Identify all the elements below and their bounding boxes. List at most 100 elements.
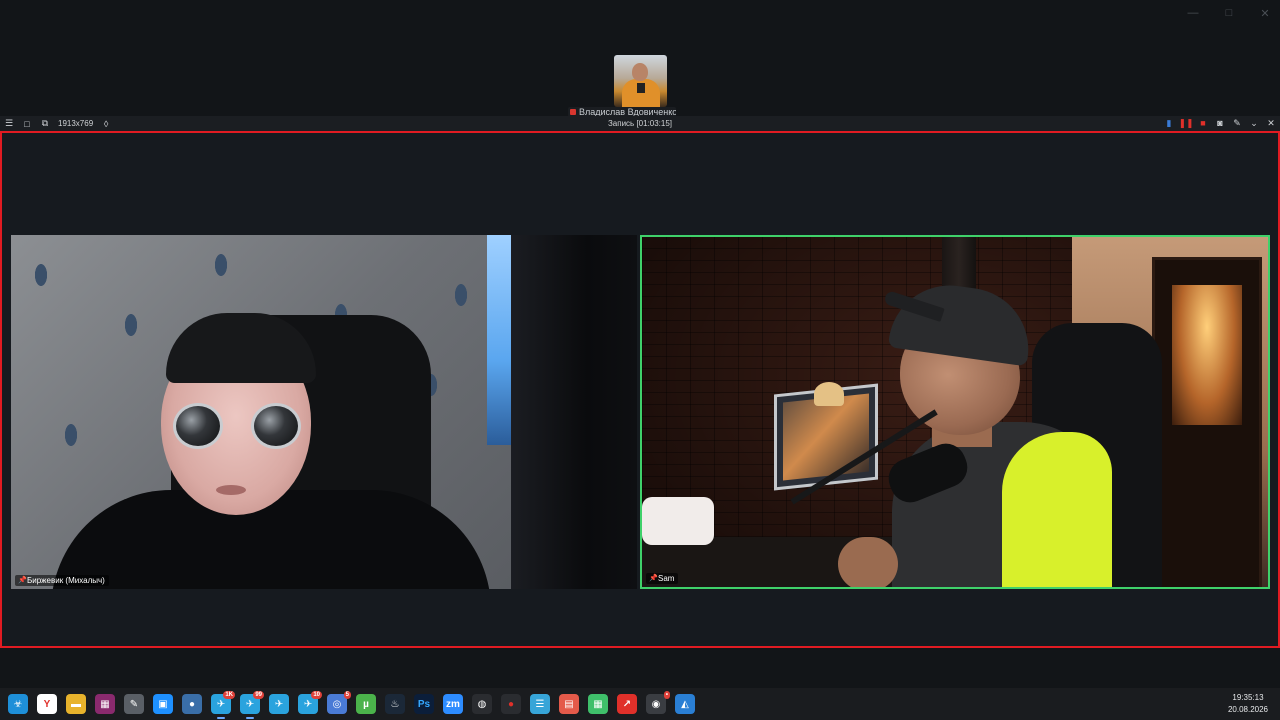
window-controls: — □ ✕	[1186, 6, 1272, 20]
orb-icon[interactable]: ●	[182, 694, 202, 714]
spreadsheet-icon[interactable]: ▦	[588, 694, 608, 714]
winrar-icon-glyph: ▦	[100, 698, 110, 710]
video-tile-left[interactable]: 📌 Биржевик (Михалыч)	[11, 235, 637, 589]
pdf-icon-glyph: ▤	[564, 698, 574, 710]
arrow-app-icon[interactable]: ↗	[617, 694, 637, 714]
close-icon[interactable]: ✕	[1258, 6, 1272, 20]
audio-level-icon: ▮	[1166, 117, 1172, 128]
spreadsheet-icon-glyph: ▦	[593, 698, 603, 710]
drop-icon[interactable]: ◊	[101, 119, 111, 129]
thumbnail-head	[632, 63, 648, 81]
recorder-toolbar: ☰ □ ⧉ 1913x769 ◊ Запись [01:03:15] ▮ ❚❚ …	[0, 116, 1280, 131]
pdf-icon[interactable]: ▤	[559, 694, 579, 714]
notification-badge: 5	[343, 691, 351, 699]
yellow-jacket	[1002, 432, 1112, 587]
clock-time: 19:35:13	[1232, 693, 1264, 702]
recorder-toolbar-right: ▮ ❚❚ ■ ◙ ✎ ⌄ ✕	[1164, 117, 1276, 129]
telegram-icon-1-glyph: ✈	[216, 698, 226, 710]
utorrent-icon[interactable]: µ	[356, 694, 376, 714]
hand	[838, 537, 898, 587]
notification-badge: 1K	[223, 691, 235, 699]
tool-icon-glyph: ✎	[129, 698, 139, 710]
pen-icon[interactable]: ✎	[1232, 118, 1242, 128]
orb-icon-glyph: ●	[188, 698, 196, 710]
winrar-icon[interactable]: ▦	[95, 694, 115, 714]
steam-icon-glyph: ♨	[390, 698, 400, 710]
zoom-icon-glyph: zm	[446, 698, 460, 710]
lamp	[814, 382, 844, 406]
taskbar: ☣ Y ▬ ▦ ✎ ▣ ● ✈ 1K ✈ 99 ✈ ✈ 10 ◎ 5 µ ♨ Ps zm ◍ ● ☰ ▤ ▦ ↗ ◉ • ◭ 19:35…	[0, 688, 1280, 720]
cabinet-light	[1172, 285, 1242, 425]
obs-icon[interactable]: ◍	[472, 694, 492, 714]
menu-icon[interactable]: ☰	[4, 118, 14, 129]
collapse-icon[interactable]: ⌄	[1249, 118, 1259, 128]
store-icon-glyph: ▣	[158, 698, 168, 710]
telegram-icon-4-glyph: ✈	[303, 698, 313, 710]
pause-icon[interactable]: ❚❚	[1178, 118, 1193, 128]
system-clock[interactable]: 19:35:13 20.08.2026	[1228, 692, 1268, 716]
capture-icon[interactable]: ◭	[675, 694, 695, 714]
photoshop-icon-glyph: Ps	[417, 698, 431, 710]
telegram-icon-2-glyph: ✈	[245, 698, 255, 710]
sunglasses-right-lens	[251, 403, 301, 449]
record-icon[interactable]: ●	[501, 694, 521, 714]
biohazard-icon-glyph: ☣	[13, 698, 23, 710]
record-icon-glyph: ●	[507, 698, 515, 710]
top-participant-thumbnail[interactable]	[614, 55, 667, 107]
yandex-browser-icon-glyph: Y	[43, 698, 51, 710]
zoom-icon[interactable]: zm	[443, 694, 463, 714]
telegram-icon-2[interactable]: ✈ 99	[240, 691, 264, 719]
participant-name-tag: 📌 Биржевик (Михалыч)	[15, 575, 109, 586]
recorder-toolbar-left: ☰ □ ⧉ 1913x769 ◊	[0, 118, 111, 129]
telegram-icon-1[interactable]: ✈ 1K	[211, 691, 235, 719]
shirt	[51, 490, 491, 589]
pin-icon: 📌	[649, 574, 658, 582]
stop-icon[interactable]: ■	[1198, 118, 1208, 128]
participant-name-tag: 📌 Sam	[646, 573, 679, 584]
participant-name: Sam	[658, 574, 675, 583]
mug	[642, 497, 714, 545]
steam-icon[interactable]: ♨	[385, 694, 405, 714]
store-icon[interactable]: ▣	[153, 694, 173, 714]
close-recorder-icon[interactable]: ✕	[1266, 118, 1276, 128]
square-select-icon[interactable]: □	[22, 119, 32, 129]
notes-icon-glyph: ☰	[535, 698, 545, 710]
monitor-screen	[783, 393, 869, 481]
maximize-icon[interactable]: □	[1222, 6, 1236, 20]
video-tile-right-active-speaker[interactable]: 📌 Sam	[640, 235, 1270, 589]
notification-badge: 99	[253, 691, 264, 699]
screen: — □ ✕ Владислав Вдовиченко ☰ □ ⧉ 1913x76…	[0, 0, 1280, 720]
camera-icon[interactable]: ◙	[1215, 118, 1225, 128]
participant-name: Биржевик (Михалыч)	[27, 576, 105, 585]
minimize-icon[interactable]: —	[1186, 6, 1200, 20]
obs-studio-icon[interactable]: ◉ •	[646, 691, 670, 714]
mic-muted-icon	[570, 109, 576, 115]
recording-title: Запись [01:03:15]	[607, 119, 673, 128]
yandex-browser-icon[interactable]: Y	[37, 694, 57, 714]
mouth	[216, 485, 246, 495]
browser-icon[interactable]: ◎ 5	[327, 691, 351, 714]
obs-icon-glyph: ◍	[477, 698, 487, 710]
resolution-label: 1913x769	[58, 119, 94, 128]
dark-corner	[511, 235, 637, 589]
sunglasses-left-lens	[173, 403, 223, 449]
telegram-icon-3-glyph: ✈	[274, 698, 284, 710]
notes-icon[interactable]: ☰	[530, 694, 550, 714]
notification-badge: •	[663, 691, 670, 699]
obs-studio-icon-glyph: ◉	[651, 698, 661, 710]
tool-icon[interactable]: ✎	[124, 694, 144, 714]
thumbnail-phone	[637, 83, 645, 93]
photoshop-icon[interactable]: Ps	[414, 694, 434, 714]
telegram-icon-4[interactable]: ✈ 10	[298, 691, 322, 714]
window-select-icon[interactable]: ⧉	[40, 118, 50, 129]
notification-badge: 10	[311, 691, 322, 699]
browser-icon-glyph: ◎	[332, 698, 342, 710]
telegram-icon-3[interactable]: ✈	[269, 694, 289, 714]
file-explorer-icon-glyph: ▬	[71, 698, 81, 710]
biohazard-icon[interactable]: ☣	[8, 694, 28, 714]
utorrent-icon-glyph: µ	[363, 698, 369, 710]
arrow-app-icon-glyph: ↗	[622, 698, 632, 710]
taskbar-icons: ☣ Y ▬ ▦ ✎ ▣ ● ✈ 1K ✈ 99 ✈ ✈ 10 ◎ 5 µ ♨ Ps zm ◍ ● ☰ ▤ ▦ ↗ ◉ • ◭	[0, 691, 695, 719]
pin-icon: 📌	[18, 576, 27, 584]
file-explorer-icon[interactable]: ▬	[66, 694, 86, 714]
